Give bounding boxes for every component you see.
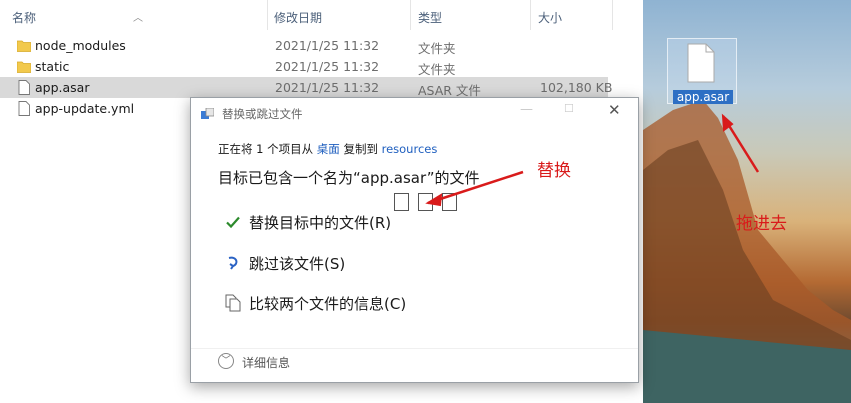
annotation-replace: 替换 (537, 161, 571, 181)
annotation-drag-in: 拖进去 (736, 214, 787, 234)
replace-arrow (427, 170, 524, 205)
screenshot-root: 名称 ︿ 修改日期 类型 大小 node_modules 2021/1/25 1… (0, 0, 851, 403)
annotation-arrows (425, 113, 760, 207)
replace-arrowhead (425, 193, 443, 207)
